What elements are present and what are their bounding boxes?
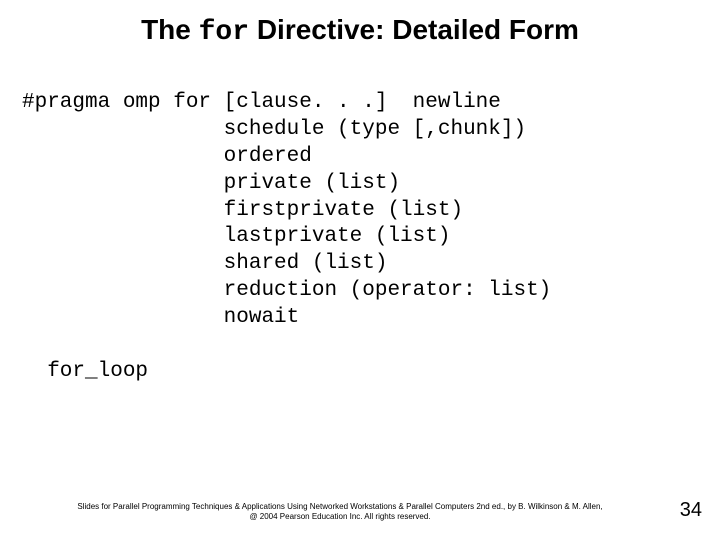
slide: The for Directive: Detailed Form #pragma…: [0, 0, 720, 540]
code-block: #pragma omp for [clause. . .] newline sc…: [22, 90, 551, 386]
code-line-6: lastprivate (list): [22, 225, 450, 248]
code-line-2: schedule (type [,chunk]): [22, 118, 526, 141]
code-line-5: firstprivate (list): [22, 199, 463, 222]
title-mono: for: [199, 17, 249, 48]
code-line-4: private (list): [22, 172, 400, 195]
code-line-7: shared (list): [22, 252, 387, 275]
code-line-1: #pragma omp for [clause. . .] newline: [22, 91, 501, 114]
title-suffix: Directive: Detailed Form: [249, 14, 579, 45]
slide-title: The for Directive: Detailed Form: [0, 14, 720, 48]
code-line-3: ordered: [22, 145, 312, 168]
footer-line-1: Slides for Parallel Programming Techniqu…: [77, 502, 602, 511]
code-line-11: for_loop: [22, 360, 148, 383]
title-prefix: The: [141, 14, 199, 45]
footer-text: Slides for Parallel Programming Techniqu…: [40, 502, 640, 522]
footer-line-2: @ 2004 Pearson Education Inc. All rights…: [249, 512, 430, 521]
code-line-9: nowait: [22, 306, 299, 329]
page-number: 34: [680, 499, 702, 522]
code-line-8: reduction (operator: list): [22, 279, 551, 302]
